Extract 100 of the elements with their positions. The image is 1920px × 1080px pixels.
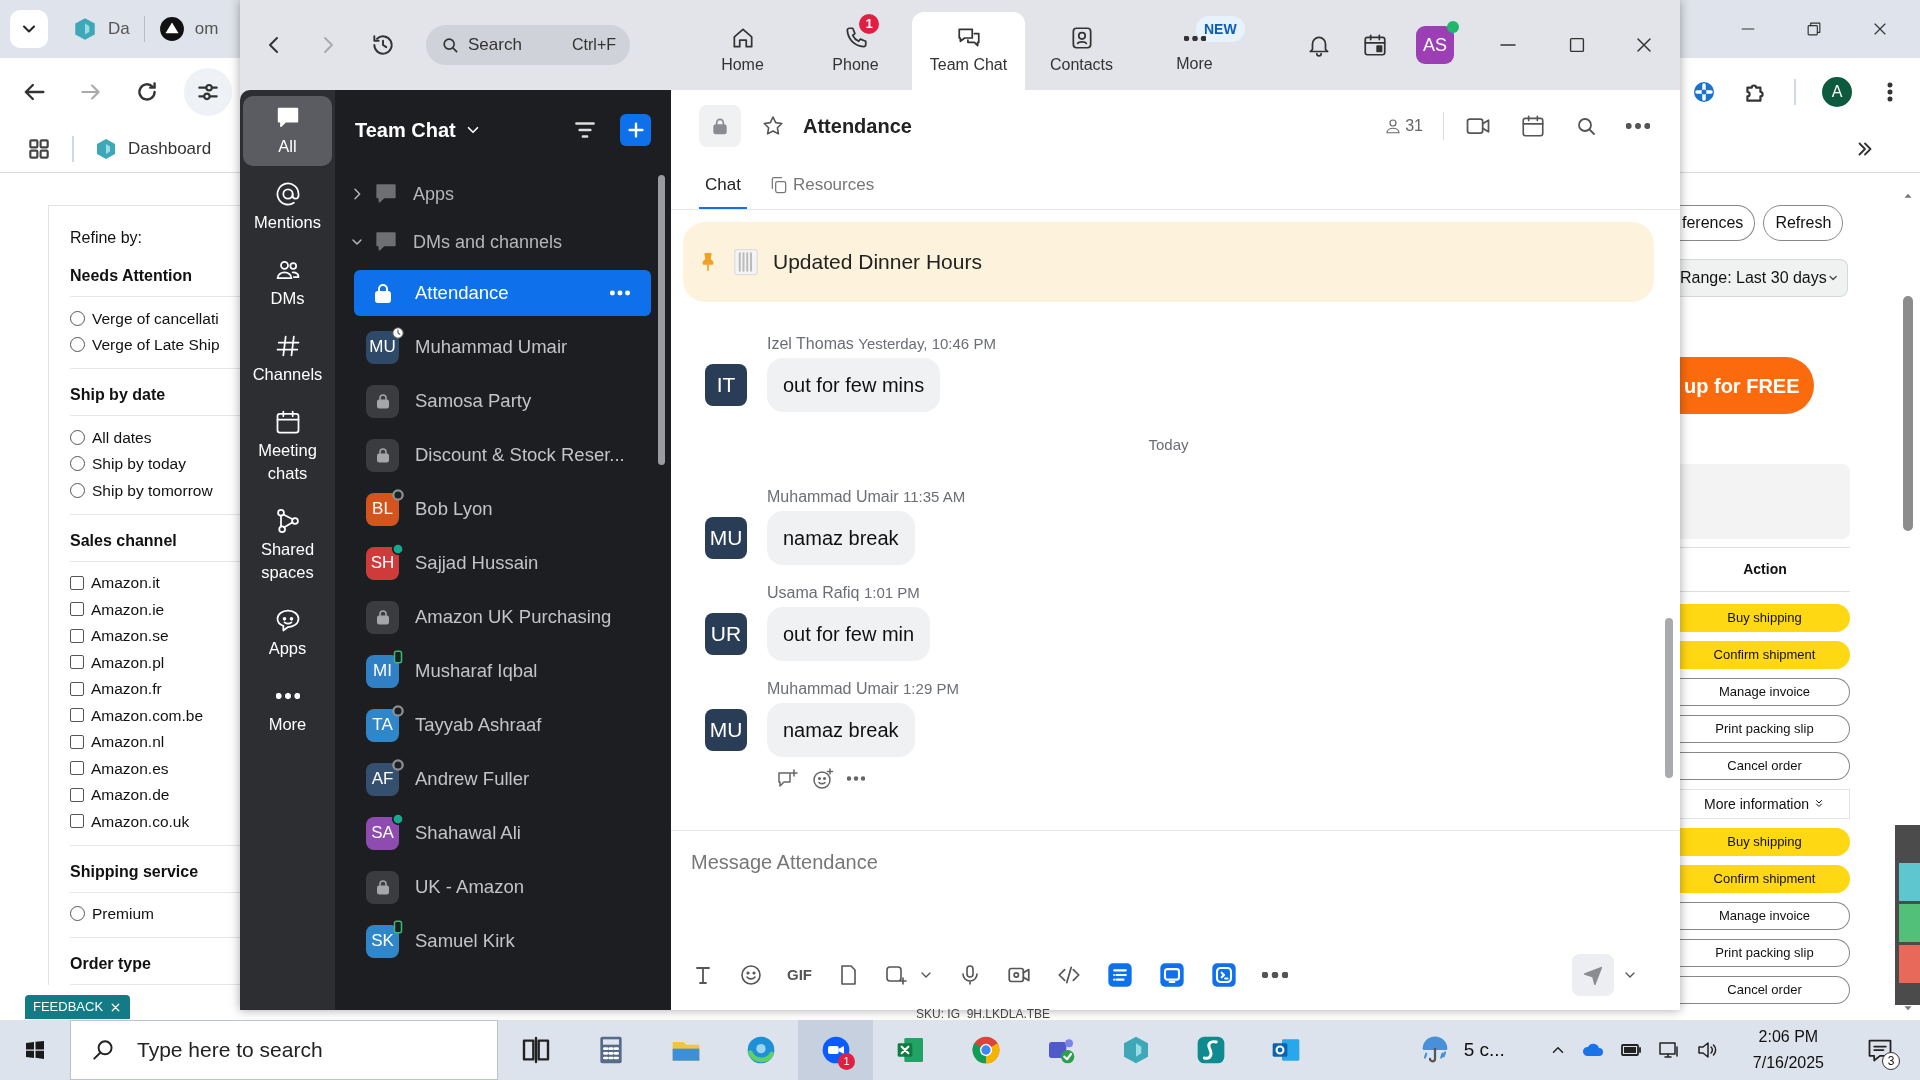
rail-item[interactable]: All: [243, 96, 332, 166]
chat-tab[interactable]: Resources: [762, 162, 881, 209]
action-button[interactable]: Confirm shipment: [1680, 641, 1850, 669]
checkbox[interactable]: [70, 681, 84, 696]
calendar-icon[interactable]: [1520, 113, 1546, 139]
filter-heading: Refine by:: [70, 228, 144, 248]
radio-button[interactable]: [70, 456, 85, 472]
search-bar[interactable]: Type here to search: [70, 1020, 498, 1080]
radio-button[interactable]: [70, 906, 85, 922]
search-bar[interactable]: Search Ctrl+F: [426, 25, 630, 65]
terminal-app-icon[interactable]: [1210, 961, 1238, 989]
scrollbar[interactable]: [1665, 618, 1673, 778]
conversation-item[interactable]: Amazon UK Purchasing: [354, 594, 651, 640]
pinned-banner[interactable]: Updated Dinner Hours: [683, 222, 1654, 302]
option-label: All dates: [92, 427, 152, 448]
conversation-item[interactable]: Attendance: [354, 270, 651, 316]
send-button[interactable]: [1572, 954, 1614, 996]
range-dropdown[interactable]: Range: Last 30 days: [1680, 259, 1848, 297]
more-icon[interactable]: [1626, 123, 1650, 129]
conversation-item[interactable]: Discount & Stock Reser...: [354, 432, 651, 478]
section-header[interactable]: DMs and channels: [335, 218, 635, 266]
conversation-item[interactable]: SK Samuel Kirk: [354, 918, 651, 964]
list-app-icon[interactable]: [1106, 961, 1134, 989]
shortcut-hint: Ctrl+F: [572, 35, 616, 55]
radio-button[interactable]: [70, 482, 85, 498]
browser-tab[interactable]: Da: [72, 16, 130, 42]
rail-item[interactable]: More: [243, 674, 332, 744]
taskbar-app[interactable]: 1: [798, 1020, 873, 1080]
action-button[interactable]: Print packing slip: [1680, 715, 1850, 743]
emoji-icon[interactable]: [739, 963, 763, 987]
nav-tab[interactable]: Team Chat: [912, 12, 1025, 90]
more-information-button[interactable]: More information: [1680, 789, 1850, 819]
checkbox[interactable]: [70, 602, 84, 617]
conversation-item[interactable]: TA Tayyab Ashraaf: [354, 702, 651, 748]
checkbox[interactable]: [70, 734, 84, 749]
action-button[interactable]: Confirm shipment: [1680, 865, 1850, 893]
browser-tab[interactable]: om: [158, 16, 219, 42]
profile-avatar[interactable]: A: [1822, 76, 1852, 107]
add-reaction-icon[interactable]: [811, 766, 835, 791]
screenshot-icon[interactable]: [884, 963, 908, 987]
action-button[interactable]: Buy shipping: [1680, 828, 1850, 856]
conversation-item[interactable]: MI Musharaf Iqbal: [354, 648, 651, 694]
radio-button[interactable]: [70, 337, 85, 353]
clock[interactable]: 2:06 PM 7/16/2025: [1746, 1024, 1830, 1076]
star-icon[interactable]: [761, 114, 785, 138]
scrollbar[interactable]: [658, 175, 665, 465]
rail-item[interactable]: DMs: [243, 248, 332, 318]
checkbox[interactable]: [70, 655, 84, 670]
conversation-item[interactable]: SA Shahawal Ali: [354, 810, 651, 856]
user-avatar[interactable]: AS: [1416, 26, 1454, 64]
pill-button[interactable]: Refresh: [1763, 205, 1844, 241]
checkbox[interactable]: [70, 787, 84, 802]
nav-tab[interactable]: Contacts: [1025, 12, 1138, 90]
scrollbar[interactable]: [1903, 296, 1913, 531]
calendar-icon[interactable]: [1362, 32, 1388, 58]
nav-tab[interactable]: Home: [686, 12, 799, 90]
conversation-item[interactable]: MU Muhammad Umair: [354, 324, 651, 370]
screen-app-icon[interactable]: [1158, 961, 1186, 989]
members-button[interactable]: 31: [1384, 114, 1423, 138]
conversation-item[interactable]: UK - Amazon: [354, 864, 651, 910]
action-button[interactable]: Print packing slip: [1680, 939, 1850, 967]
history-icon[interactable]: [370, 32, 396, 58]
checkbox[interactable]: [70, 814, 84, 829]
conversation-item[interactable]: Samosa Party: [354, 378, 651, 424]
search-input[interactable]: Search: [468, 32, 548, 58]
pill-button[interactable]: ferences: [1680, 205, 1756, 241]
new-chat-button[interactable]: [620, 114, 651, 146]
more-icon[interactable]: [847, 776, 865, 781]
rail-item[interactable]: Meeting chats: [243, 400, 332, 493]
action-button[interactable]: Cancel order: [1680, 752, 1850, 780]
checkbox[interactable]: [70, 628, 84, 643]
extension-icon[interactable]: [1692, 79, 1716, 104]
radio-button[interactable]: [70, 310, 85, 326]
tab-search-button[interactable]: [10, 10, 48, 48]
search-input[interactable]: Type here to search: [135, 1033, 475, 1067]
site-settings-button[interactable]: [184, 67, 232, 116]
weather-text[interactable]: 5 c...: [1463, 1035, 1505, 1065]
action-button[interactable]: Manage invoice: [1680, 678, 1850, 706]
rail-item[interactable]: Apps: [243, 598, 332, 668]
windows-icon[interactable]: [23, 1038, 47, 1062]
bookmark[interactable]: Dashboard: [94, 135, 212, 162]
section-header[interactable]: Apps: [335, 170, 635, 218]
action-button[interactable]: Manage invoice: [1680, 902, 1850, 930]
action-button[interactable]: Buy shipping: [1680, 604, 1850, 632]
gif-button[interactable]: GIF: [787, 963, 812, 987]
radio-button[interactable]: [70, 429, 85, 445]
person-icon: [1384, 117, 1403, 135]
checkbox[interactable]: [70, 708, 84, 723]
rail-item[interactable]: Mentions: [243, 172, 332, 242]
conversation-item[interactable]: BL Bob Lyon: [354, 486, 651, 532]
feedback-button[interactable]: FEEDBACK: [25, 995, 131, 1019]
checkbox[interactable]: [70, 575, 84, 590]
rail-item[interactable]: Channels: [243, 324, 332, 394]
rail-item[interactable]: Shared spaces: [243, 499, 332, 592]
checkbox[interactable]: [70, 761, 84, 776]
conversation-item[interactable]: AF Andrew Fuller: [354, 756, 651, 802]
conversation-item[interactable]: SH Sajjad Hussain: [354, 540, 651, 586]
chat-tab[interactable]: Chat: [699, 162, 747, 209]
more-icon[interactable]: [1262, 972, 1288, 978]
action-button[interactable]: Cancel order: [1680, 976, 1850, 1004]
